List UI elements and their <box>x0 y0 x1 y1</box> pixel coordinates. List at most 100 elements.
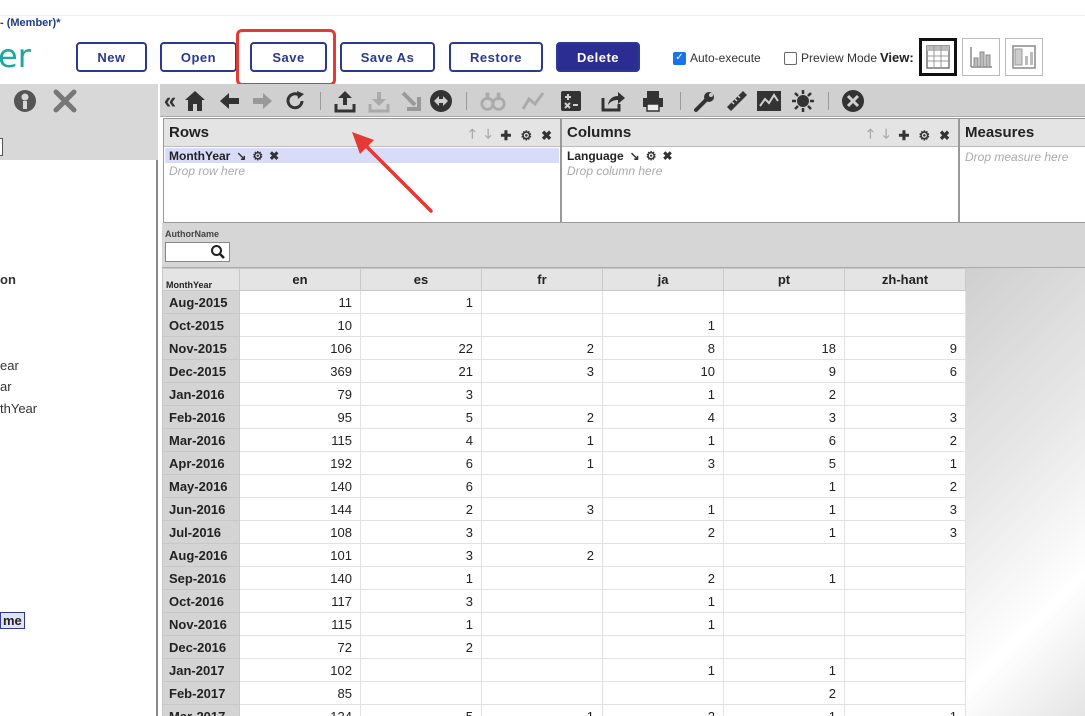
table-cell[interactable] <box>481 313 603 337</box>
table-cell[interactable]: 3 <box>360 543 482 567</box>
table-cell[interactable]: 1 <box>723 474 845 498</box>
table-cell[interactable] <box>481 520 603 544</box>
table-cell[interactable] <box>481 474 603 498</box>
table-cell[interactable]: 1 <box>723 520 845 544</box>
row-header[interactable]: Mar-2017 <box>162 704 240 716</box>
table-cell[interactable]: 144 <box>239 497 361 521</box>
download-icon[interactable] <box>366 88 392 114</box>
calculator-icon[interactable] <box>558 88 584 114</box>
share-icon[interactable] <box>600 88 626 114</box>
table-cell[interactable]: 2 <box>723 382 845 406</box>
move-up-icon[interactable]: 🡑 <box>867 125 874 147</box>
collapse-icon[interactable]: « <box>162 88 178 114</box>
gear-icon[interactable]: ⚙ <box>520 128 532 144</box>
table-cell[interactable]: 2 <box>844 474 966 498</box>
table-cell[interactable]: 21 <box>360 359 482 383</box>
table-cell[interactable]: 2 <box>360 635 482 659</box>
open-button[interactable]: Open <box>160 42 237 72</box>
table-cell[interactable]: 9 <box>723 359 845 383</box>
table-view-button[interactable] <box>919 38 957 76</box>
row-header[interactable]: Jan-2017 <box>162 658 240 682</box>
row-header[interactable]: Jan-2016 <box>162 382 240 406</box>
table-cell[interactable] <box>844 382 966 406</box>
gear-icon[interactable]: ⚙ <box>252 149 263 163</box>
table-cell[interactable]: 2 <box>360 497 482 521</box>
table-cell[interactable] <box>481 382 603 406</box>
table-cell[interactable] <box>844 681 966 705</box>
table-cell[interactable]: 1 <box>360 566 482 590</box>
table-cell[interactable]: 1 <box>602 382 724 406</box>
close-icon[interactable] <box>52 88 78 114</box>
table-cell[interactable]: 10 <box>239 313 361 337</box>
left-item-0[interactable]: on <box>0 272 16 287</box>
table-cell[interactable]: 6 <box>360 474 482 498</box>
restore-button[interactable]: Restore <box>449 42 543 72</box>
table-cell[interactable] <box>481 635 603 659</box>
left-search-input[interactable] <box>0 138 3 156</box>
table-cell[interactable]: 4 <box>360 428 482 452</box>
table-cell[interactable]: 115 <box>239 612 361 636</box>
move-up-icon[interactable]: 🡑 <box>469 125 476 147</box>
back-icon[interactable] <box>216 88 242 114</box>
export-icon[interactable] <box>332 88 358 114</box>
table-cell[interactable]: 1 <box>481 428 603 452</box>
table-cell[interactable] <box>481 589 603 613</box>
gear-icon[interactable]: ⚙ <box>646 149 657 163</box>
table-cell[interactable]: 3 <box>360 520 482 544</box>
table-cell[interactable] <box>844 313 966 337</box>
table-cell[interactable]: 18 <box>723 336 845 360</box>
column-header-fr[interactable]: fr <box>481 268 603 291</box>
table-cell[interactable]: 3 <box>844 405 966 429</box>
add-icon[interactable]: ✚ <box>899 128 910 144</box>
drill-icon[interactable]: ↘ <box>236 149 246 163</box>
gear-icon[interactable]: ⚙ <box>918 128 930 144</box>
row-header[interactable]: Jul-2016 <box>162 520 240 544</box>
column-header-es[interactable]: es <box>360 268 482 291</box>
table-cell[interactable] <box>723 635 845 659</box>
split-view-button[interactable] <box>1005 38 1043 76</box>
table-cell[interactable] <box>360 681 482 705</box>
table-cell[interactable] <box>844 635 966 659</box>
close-icon[interactable]: ✖ <box>269 149 279 163</box>
table-cell[interactable]: 95 <box>239 405 361 429</box>
table-cell[interactable] <box>602 474 724 498</box>
table-cell[interactable]: 1 <box>602 589 724 613</box>
table-cell[interactable]: 3 <box>360 589 482 613</box>
print-icon[interactable] <box>640 88 666 114</box>
table-cell[interactable]: 8 <box>602 336 724 360</box>
table-cell[interactable]: 3 <box>481 497 603 521</box>
table-cell[interactable] <box>723 543 845 567</box>
chart-icon[interactable] <box>756 88 782 114</box>
table-cell[interactable] <box>602 681 724 705</box>
table-cell[interactable] <box>602 543 724 567</box>
close-icon[interactable] <box>840 88 866 114</box>
row-header[interactable]: Dec-2016 <box>162 635 240 659</box>
table-cell[interactable]: 2 <box>481 405 603 429</box>
table-cell[interactable]: 1 <box>844 451 966 475</box>
table-cell[interactable] <box>844 658 966 682</box>
table-cell[interactable]: 3 <box>844 497 966 521</box>
row-header[interactable]: Dec-2015 <box>162 359 240 383</box>
delete-button[interactable]: Delete <box>556 42 640 72</box>
table-cell[interactable]: 2 <box>481 336 603 360</box>
table-cell[interactable]: 22 <box>360 336 482 360</box>
table-cell[interactable]: 1 <box>360 612 482 636</box>
save-as-button[interactable]: Save As <box>340 42 435 72</box>
table-cell[interactable]: 115 <box>239 428 361 452</box>
table-cell[interactable] <box>723 290 845 314</box>
row-header[interactable]: Aug-2015 <box>162 290 240 314</box>
column-header-en[interactable]: en <box>239 268 361 291</box>
search-icon[interactable] <box>210 244 228 260</box>
table-cell[interactable]: 6 <box>844 359 966 383</box>
row-header[interactable]: Nov-2016 <box>162 612 240 636</box>
new-button[interactable]: New <box>76 42 147 72</box>
table-cell[interactable]: 3 <box>481 359 603 383</box>
table-cell[interactable]: 102 <box>239 658 361 682</box>
table-cell[interactable]: 106 <box>239 336 361 360</box>
table-cell[interactable] <box>602 635 724 659</box>
table-cell[interactable] <box>723 589 845 613</box>
table-cell[interactable]: 117 <box>239 589 361 613</box>
ruler-icon[interactable] <box>724 88 750 114</box>
table-cell[interactable]: 1 <box>481 451 603 475</box>
table-cell[interactable]: 3 <box>723 405 845 429</box>
